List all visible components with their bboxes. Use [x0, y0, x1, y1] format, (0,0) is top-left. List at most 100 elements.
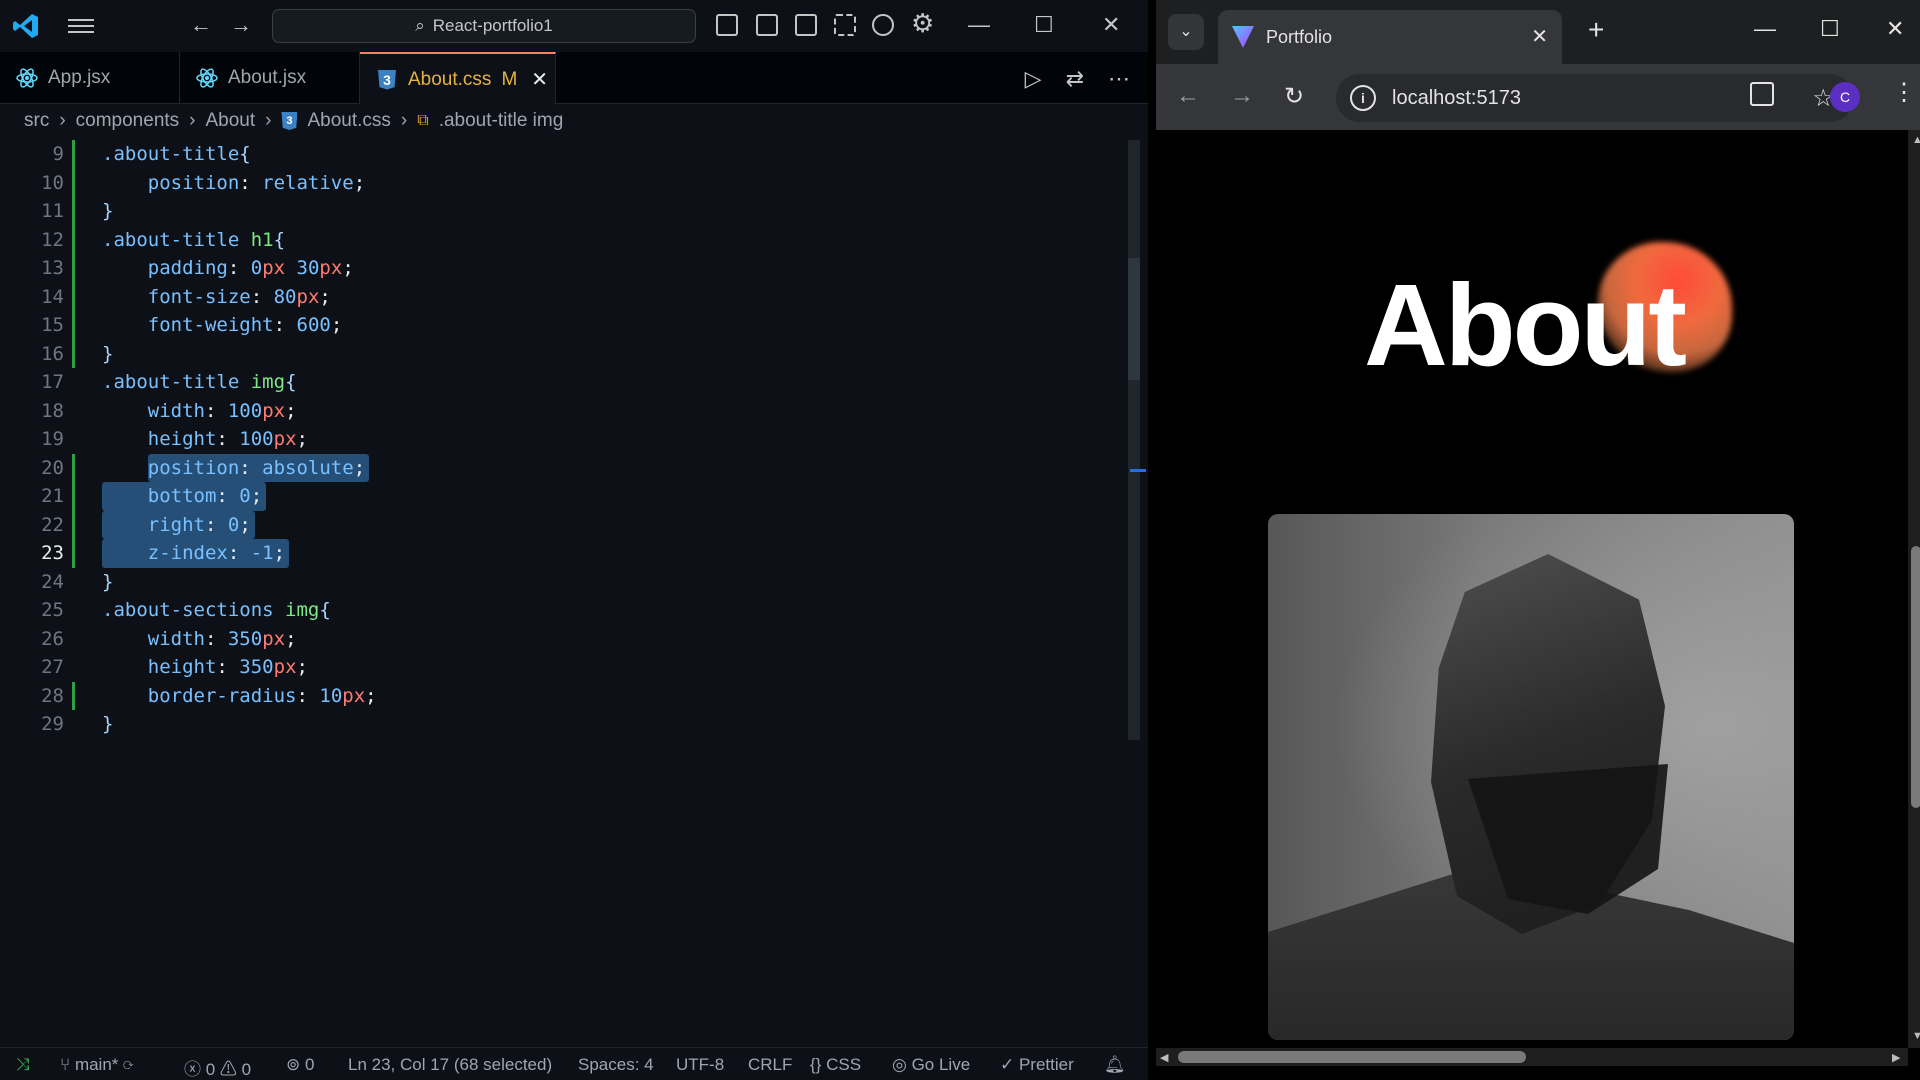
code-line[interactable]: 23 z-index: -1;: [0, 539, 1120, 568]
line-number: 21: [41, 485, 64, 507]
eol-status[interactable]: CRLF: [748, 1055, 792, 1075]
back-arrow-icon[interactable]: ←: [190, 12, 212, 38]
branch-status[interactable]: ⑂ main* ⟳: [60, 1055, 133, 1075]
cursor-marker: [1130, 469, 1146, 472]
scrollbar-thumb[interactable]: [1128, 258, 1140, 380]
command-center-search[interactable]: ⌕ React-portfolio1: [272, 9, 696, 43]
code-line[interactable]: 14 font-size: 80px;: [0, 282, 1120, 311]
reload-icon[interactable]: ↻: [1284, 82, 1304, 111]
code-line[interactable]: 22 right: 0;: [0, 510, 1120, 539]
git-change-marker: [72, 311, 75, 340]
code-line[interactable]: 18 width: 100px;: [0, 397, 1120, 426]
problems-status[interactable]: ⓧ 0 ⚠ 0: [184, 1055, 251, 1080]
encoding-status[interactable]: UTF-8: [676, 1055, 724, 1075]
code-line[interactable]: 16}: [0, 339, 1120, 368]
scroll-down-icon[interactable]: ▼: [1912, 1030, 1920, 1042]
gear-icon[interactable]: ⚙: [911, 8, 934, 39]
minimize-icon[interactable]: —: [1754, 16, 1776, 42]
address-bar[interactable]: i localhost:5173 ☆: [1336, 74, 1854, 122]
run-icon[interactable]: ▷: [1025, 66, 1042, 92]
code-line[interactable]: 20 position: absolute;: [0, 453, 1120, 482]
maximize-icon[interactable]: ☐: [1034, 12, 1054, 38]
line-number: 12: [41, 228, 64, 251]
tab-search-icon[interactable]: ⌄: [1168, 14, 1204, 50]
code-line[interactable]: 28 border-radius: 10px;: [0, 681, 1120, 710]
code-text: font-weight: 600;: [147, 314, 343, 336]
code-line[interactable]: 15 font-weight: 600;: [0, 311, 1120, 340]
golive-status[interactable]: ◎ Go Live: [892, 1055, 970, 1075]
breadcrumb-item[interactable]: .about-title img: [439, 110, 564, 132]
close-tab-icon[interactable]: ✕: [531, 67, 548, 92]
git-change-marker: [72, 225, 75, 254]
tab-about-jsx[interactable]: About.jsx: [180, 52, 360, 104]
close-tab-icon[interactable]: ✕: [1531, 24, 1548, 49]
forward-arrow-icon[interactable]: →: [1230, 82, 1254, 110]
vertical-scroll-thumb[interactable]: [1911, 546, 1920, 808]
customize-layout-icon[interactable]: [834, 14, 856, 36]
menu-icon[interactable]: [68, 16, 94, 36]
code-line[interactable]: 26 width: 350px;: [0, 625, 1120, 654]
breadcrumb-item[interactable]: src: [24, 110, 49, 132]
kebab-menu-icon[interactable]: ⋮: [1892, 78, 1916, 107]
breadcrumb-item[interactable]: About.css: [307, 110, 390, 132]
ports-status[interactable]: ⊚ 0: [286, 1055, 314, 1075]
toggle-panel-icon[interactable]: [756, 14, 778, 36]
minimize-icon[interactable]: —: [968, 12, 990, 38]
vscode-logo-icon[interactable]: [12, 12, 40, 40]
code-line[interactable]: 25 .about-sections img{: [0, 596, 1120, 625]
indentation-status[interactable]: Spaces: 4: [578, 1055, 654, 1075]
bell-icon[interactable]: 🔔︎: [1104, 1055, 1126, 1075]
code-line[interactable]: 17 .about-title img{: [0, 368, 1120, 397]
code-line[interactable]: 10 position: relative;: [0, 168, 1120, 197]
cursor-position[interactable]: Ln 23, Col 17 (68 selected): [348, 1055, 552, 1075]
symbol-class-icon: ⧉: [417, 112, 429, 129]
extensions-icon[interactable]: [1750, 82, 1774, 106]
git-change-marker: [72, 510, 75, 539]
toggle-secondary-sidebar-icon[interactable]: [795, 14, 817, 36]
code-text: }: [102, 342, 114, 365]
code-line[interactable]: 12 .about-title h1{: [0, 225, 1120, 254]
code-editor[interactable]: 9 .about-title{10 position: relative; 11} 1…: [0, 140, 1132, 1045]
accounts-icon[interactable]: [872, 14, 894, 36]
code-line[interactable]: 29}: [0, 710, 1120, 739]
forward-arrow-icon[interactable]: →: [230, 12, 252, 38]
line-number: 16: [41, 342, 64, 365]
scroll-left-icon[interactable]: ◀: [1160, 1051, 1168, 1064]
editor-scrollbar[interactable]: [1128, 140, 1140, 740]
scroll-right-icon[interactable]: ▶: [1892, 1051, 1900, 1064]
toggle-primary-sidebar-icon[interactable]: [716, 14, 738, 36]
new-tab-icon[interactable]: +: [1588, 14, 1604, 46]
tab-app-jsx[interactable]: App.jsx: [0, 52, 180, 104]
language-status[interactable]: {} CSS: [810, 1055, 861, 1075]
horizontal-scroll-thumb[interactable]: [1178, 1051, 1526, 1063]
css-icon: 3: [281, 112, 298, 130]
compare-changes-icon[interactable]: ⇄: [1066, 66, 1084, 92]
scroll-up-icon[interactable]: ▲: [1912, 134, 1920, 146]
prettier-status[interactable]: ✓ Prettier: [1000, 1055, 1074, 1075]
remote-icon[interactable]: ⤨: [16, 1055, 30, 1075]
site-info-icon[interactable]: i: [1350, 85, 1376, 111]
code-line[interactable]: 27 height: 350px;: [0, 653, 1120, 682]
code-line[interactable]: 9 .about-title{: [0, 140, 1120, 169]
back-arrow-icon[interactable]: ←: [1176, 82, 1200, 110]
code-line[interactable]: 19 height: 100px;: [0, 425, 1120, 454]
browser-tab[interactable]: Portfolio ✕: [1218, 10, 1562, 64]
breadcrumb-item[interactable]: About: [206, 110, 256, 132]
code-line[interactable]: 24}: [0, 568, 1120, 597]
code-line[interactable]: 11}: [0, 197, 1120, 226]
close-window-icon[interactable]: ✕: [1886, 16, 1904, 42]
code-line[interactable]: 21 bottom: 0;: [0, 482, 1120, 511]
code-line[interactable]: 13 padding: 0px 30px;: [0, 254, 1120, 283]
code-text: bottom: 0;: [147, 485, 263, 507]
maximize-icon[interactable]: ☐: [1820, 16, 1840, 42]
close-window-icon[interactable]: ✕: [1102, 12, 1120, 38]
profile-avatar[interactable]: C: [1830, 82, 1860, 112]
status-bar: ⤨ ⑂ main* ⟳ ⓧ 0 ⚠ 0 ⊚ 0 Ln 23, Col 17 (6…: [0, 1047, 1148, 1080]
git-change-marker: [72, 282, 75, 311]
more-actions-icon[interactable]: ⋯: [1108, 66, 1130, 92]
url-text[interactable]: localhost:5173: [1392, 87, 1521, 110]
breadcrumb-item[interactable]: components: [76, 110, 180, 132]
code-text: width: 350px;: [147, 627, 297, 650]
code-text: height: 100px;: [147, 428, 308, 450]
tab-about-css[interactable]: 3 About.css M ✕: [360, 52, 556, 105]
